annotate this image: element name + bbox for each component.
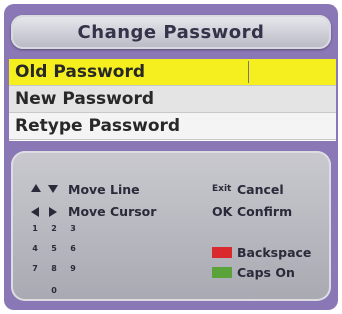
numkey-3: 3 — [70, 224, 76, 233]
numkey-8: 8 — [51, 264, 57, 273]
numkey-6: 6 — [70, 244, 76, 253]
move-line-hint: Move Line — [68, 182, 140, 197]
retype-password-label: Retype Password — [15, 116, 181, 136]
numkey-1: 1 — [32, 224, 38, 233]
right-arrow-icon — [49, 207, 57, 217]
caps-on-hint: Caps On — [237, 265, 295, 280]
backspace-hint: Backspace — [237, 245, 312, 260]
dialog-title: Change Password — [77, 21, 265, 43]
password-field-list: Old Password New Password Retype Passwor… — [9, 59, 336, 141]
numkey-4: 4 — [32, 244, 38, 253]
old-password-field[interactable]: Old Password — [9, 59, 336, 86]
help-panel: Move Line Move Cursor 1 2 3 4 5 6 7 8 9 … — [11, 151, 331, 301]
numkey-0: 0 — [51, 286, 57, 295]
numkey-9: 9 — [70, 264, 76, 273]
numkey-7: 7 — [32, 264, 38, 273]
move-cursor-hint: Move Cursor — [68, 204, 157, 219]
numkey-2: 2 — [51, 224, 57, 233]
up-arrow-icon — [31, 184, 41, 192]
confirm-hint: Confirm — [237, 204, 293, 219]
new-password-field[interactable]: New Password — [9, 86, 336, 113]
cancel-hint: Cancel — [237, 182, 284, 197]
green-key-icon — [212, 267, 232, 278]
exit-key-label: Exit — [212, 184, 232, 194]
field-separator — [248, 61, 249, 83]
numkey-5: 5 — [51, 244, 57, 253]
left-arrow-icon — [31, 207, 39, 217]
dialog-title-bar: Change Password — [11, 15, 331, 49]
ok-key-label: OK — [212, 204, 233, 219]
red-key-icon — [212, 247, 232, 258]
retype-password-field[interactable]: Retype Password — [9, 113, 336, 140]
down-arrow-icon — [48, 185, 58, 193]
new-password-label: New Password — [15, 89, 155, 109]
old-password-label: Old Password — [15, 62, 146, 82]
